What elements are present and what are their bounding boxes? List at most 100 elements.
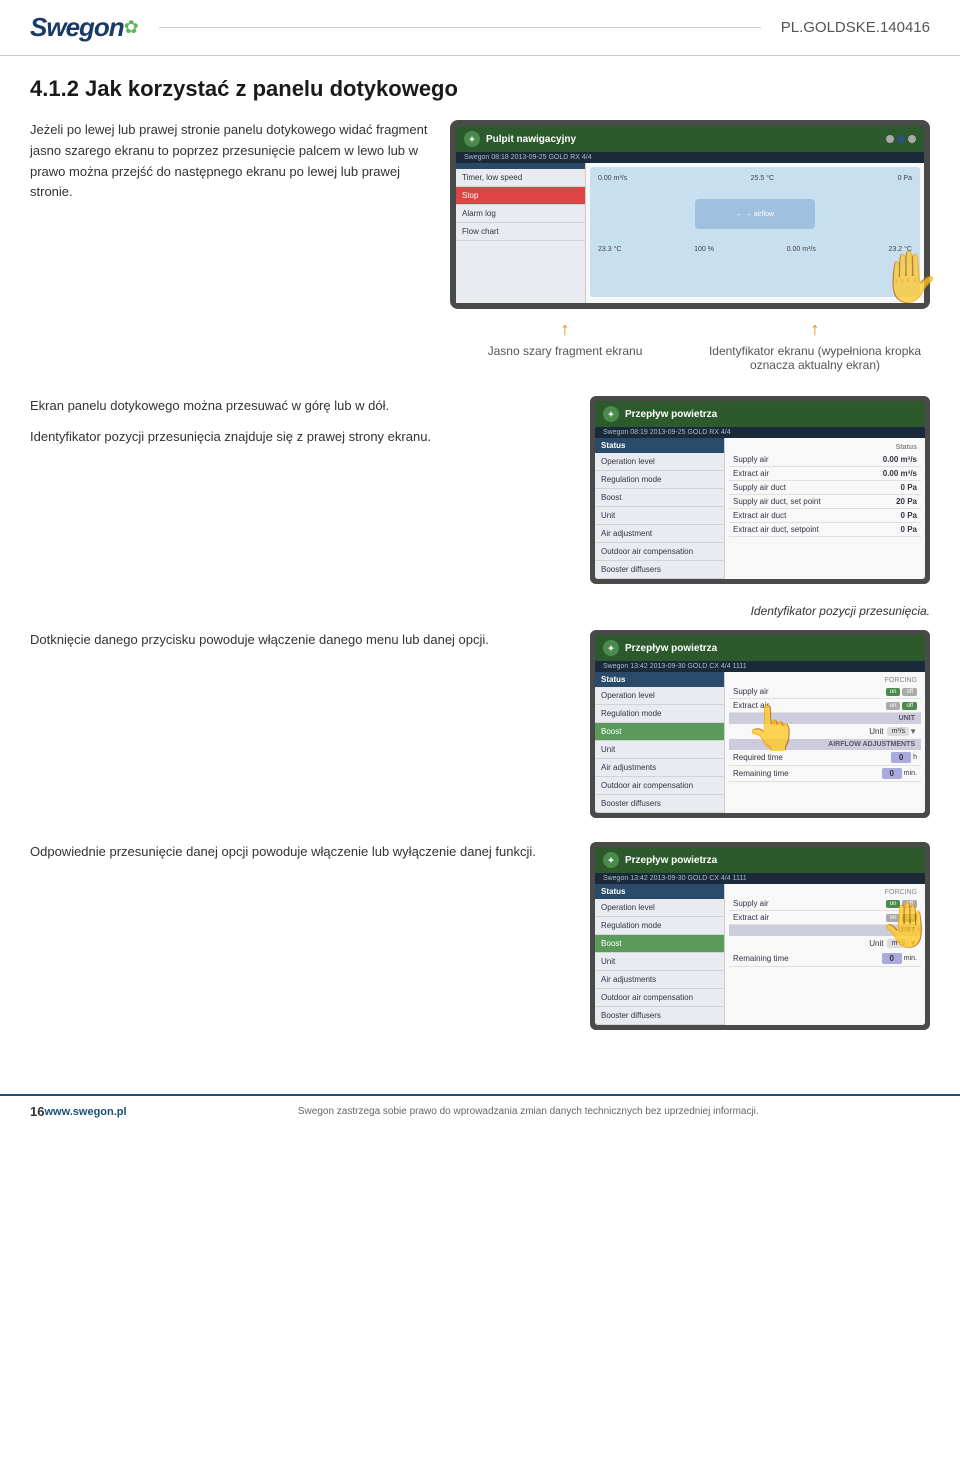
panel-2-menu-1: Regulation mode xyxy=(595,471,724,489)
panel-3-toggles-0: on off xyxy=(886,688,917,696)
panel-2-menu-2: Boost xyxy=(595,489,724,507)
remaining-time-value: 0 xyxy=(882,768,902,779)
toggle-off-icon-1: off xyxy=(902,702,917,710)
panel-4: ✦ Przepływ powietrza Swegon 13:42 2013-0… xyxy=(590,842,930,1030)
required-time-value: 0 xyxy=(891,752,911,763)
panel-3-airflow-val-0: 0 h xyxy=(891,752,917,763)
panel-3-unit-select: m³/s xyxy=(887,727,909,736)
position-id-label: Identyfikator pozycji przesunięcia. xyxy=(30,604,930,618)
panel-3-forcing: FORCING xyxy=(729,676,921,685)
caption-right-arrow-icon: ↑ xyxy=(811,319,820,340)
main-content: 4.1.2 Jak korzystać z panelu dotykowego … xyxy=(0,56,960,1074)
panel-2-sub-header: Swegon 08:19 2013-09-25 GOLD RX 4/4 xyxy=(595,427,925,438)
panel-menu-item-1: Stop xyxy=(456,187,585,205)
header-divider xyxy=(159,27,761,28)
hand-cursor-4: 🤚 xyxy=(880,899,925,951)
panel-2-wrapper: ✦ Przepływ powietrza Swegon 08:19 2013-0… xyxy=(590,396,930,584)
panel-2-row-3-label: Supply air duct, set point xyxy=(733,497,821,506)
toggle-on-icon: on xyxy=(886,688,901,696)
panel-2-row-1-label: Extract air xyxy=(733,469,769,478)
panel-1-body: Timer, low speed Stop Alarm log Flow cha… xyxy=(456,163,924,303)
panel-4-forcing: FORCING xyxy=(729,888,921,897)
panel-2-row-5: Extract air duct, setpoint 0 Pa xyxy=(729,523,921,537)
panel-1-left-menu: Timer, low speed Stop Alarm log Flow cha… xyxy=(456,163,586,303)
panel-3-airflow-label-0: Required time xyxy=(733,753,783,762)
panel-3-right: FORCING Supply air on off Extract air xyxy=(725,672,925,813)
caption-right: ↑ Identyfikator ekranu (wypełniona kropk… xyxy=(700,319,930,372)
panel-4-remaining-value: 0 xyxy=(882,953,902,964)
panel-3-menu-0: Operation level xyxy=(595,687,724,705)
panel-4-right: FORCING Supply air on off → xyxy=(725,884,925,1025)
panel-4-menu-6: Booster diffusers xyxy=(595,1007,724,1025)
panel-4-sub-header: Swegon 13:42 2013-09-30 GOLD CX 4/4 1111 xyxy=(595,873,925,884)
panel-4-remaining-val: 0 min. xyxy=(882,953,917,964)
panel-2-body: Status Operation level Regulation mode B… xyxy=(595,438,925,579)
panel-2-row-2-value: 0 Pa xyxy=(901,483,917,492)
panel-3-wrapper: ✦ Przepływ powietrza Swegon 13:42 2013-0… xyxy=(590,630,930,818)
intro-paragraph: Jeżeli po lewej lub prawej stronie panel… xyxy=(30,120,430,372)
panel-4-body: Status Operation level Regulation mode B… xyxy=(595,884,925,1025)
caption-left: ↑ Jasno szary fragment ekranu xyxy=(450,319,680,372)
panel-3-menu-3: Unit xyxy=(595,741,724,759)
panel-menu-item-0: Timer, low speed xyxy=(456,169,585,187)
section-title: 4.1.2 Jak korzystać z panelu dotykowego xyxy=(30,76,930,102)
toggle-off-icon: off xyxy=(902,688,917,696)
panel-2-row-1: Extract air 0.00 m³/s xyxy=(729,467,921,481)
panel-2-row-4-value: 0 Pa xyxy=(901,511,917,520)
panel-2-info: Swegon 08:19 2013-09-25 GOLD RX 4/4 xyxy=(603,429,731,436)
remaining-time-unit: min. xyxy=(904,770,917,777)
panel-3-menu-6: Booster diffusers xyxy=(595,795,724,813)
footer-page-number: 16 xyxy=(30,1104,44,1119)
panel-2-row-4-label: Extract air duct xyxy=(733,511,786,520)
panel-4-label-0: Supply air xyxy=(733,899,769,908)
panel-3-airflow-val-1: 0 min. xyxy=(882,768,917,779)
panel-2-header: ✦ Przepływ powietrza xyxy=(595,401,925,427)
panel-4-menu-5: Outdoor air compensation xyxy=(595,989,724,1007)
panel-3-label-0: Supply air xyxy=(733,687,769,696)
panel-2-menu-4: Air adjustment xyxy=(595,525,724,543)
panel-2-row-2-label: Supply air duct xyxy=(733,483,786,492)
panel-2-row-0-value: 0.00 m³/s xyxy=(883,455,917,464)
panel-2-menu-0: Operation level xyxy=(595,453,724,471)
panel-menu-item-2: Alarm log xyxy=(456,205,585,223)
logo-text: Swegon xyxy=(30,12,124,43)
hand-cursor-3: 👆 xyxy=(745,702,800,754)
panel-1-wrapper: ✦ Pulpit nawigacyjny Swegon 08:18 2013-0… xyxy=(450,120,930,372)
panel-4-inner: ✦ Przepływ powietrza Swegon 13:42 2013-0… xyxy=(595,847,925,1025)
panel-3-status: Status xyxy=(595,672,724,687)
panel-2-row-0-label: Supply air xyxy=(733,455,769,464)
panel-3-menu-1: Regulation mode xyxy=(595,705,724,723)
logo: Swegon ✿ xyxy=(30,12,139,43)
panel-2-row-4: Extract air duct 0 Pa xyxy=(729,509,921,523)
panel-4-remaining-row: Remaining time 0 min. xyxy=(729,951,921,967)
dropdown-icon: ▼ xyxy=(909,727,917,736)
header: Swegon ✿ PL.GOLDSKE.140416 xyxy=(0,0,960,56)
panel-1-info: Swegon 08:18 2013-09-25 GOLD RX 4/4 xyxy=(464,154,592,161)
section-2-para2: Identyfikator pozycji przesunięcia znajd… xyxy=(30,427,570,448)
panel-1-icon: ✦ xyxy=(464,131,480,147)
intro-section: Jeżeli po lewej lub prawej stronie panel… xyxy=(30,120,930,372)
panel-2-status-label: Status xyxy=(595,438,724,453)
panel-3-left: Status Operation level Regulation mode B… xyxy=(595,672,725,813)
panel-3-header: ✦ Przepływ powietrza xyxy=(595,635,925,661)
hand-cursor-1: 🤚 xyxy=(878,248,940,307)
nav-dot-3 xyxy=(908,135,916,143)
panel-2-row-0: Supply air 0.00 m³/s xyxy=(729,453,921,467)
panel-3-sub-header: Swegon 13:42 2013-09-30 GOLD CX 4/4 1111 xyxy=(595,661,925,672)
panel-1-header: ✦ Pulpit nawigacyjny xyxy=(456,126,924,152)
panel-1-right: 0.00 m³/s25.5 °C0 Pa ← → airflow 23.3 xyxy=(586,163,924,303)
panel-2-menu-5: Outdoor air compensation xyxy=(595,543,724,561)
panel-4-wrapper: ✦ Przepływ powietrza Swegon 13:42 2013-0… xyxy=(590,842,930,1030)
panel-3: ✦ Przepływ powietrza Swegon 13:42 2013-0… xyxy=(590,630,930,818)
panel-2-row-3-value: 20 Pa xyxy=(896,497,917,506)
section-3: Dotknięcie danego przycisku powoduje włą… xyxy=(30,630,930,818)
panel-4-status: Status xyxy=(595,884,724,899)
panel-2-inner: ✦ Przepływ powietrza Swegon 08:19 2013-0… xyxy=(595,401,925,579)
footer-disclaimer: Swegon zastrzega sobie prawo do wprowadz… xyxy=(127,1106,930,1117)
panel-3-body: Status Operation level Regulation mode B… xyxy=(595,672,925,813)
panel-1-sub-header: Swegon 08:18 2013-09-25 GOLD RX 4/4 xyxy=(456,152,924,163)
nav-dot-2 xyxy=(897,135,905,143)
panel-4-menu-2: Boost xyxy=(595,935,724,953)
panel-3-airflow-row-1: Remaining time 0 min. xyxy=(729,766,921,782)
panel-2-section-label: Status xyxy=(729,442,921,453)
